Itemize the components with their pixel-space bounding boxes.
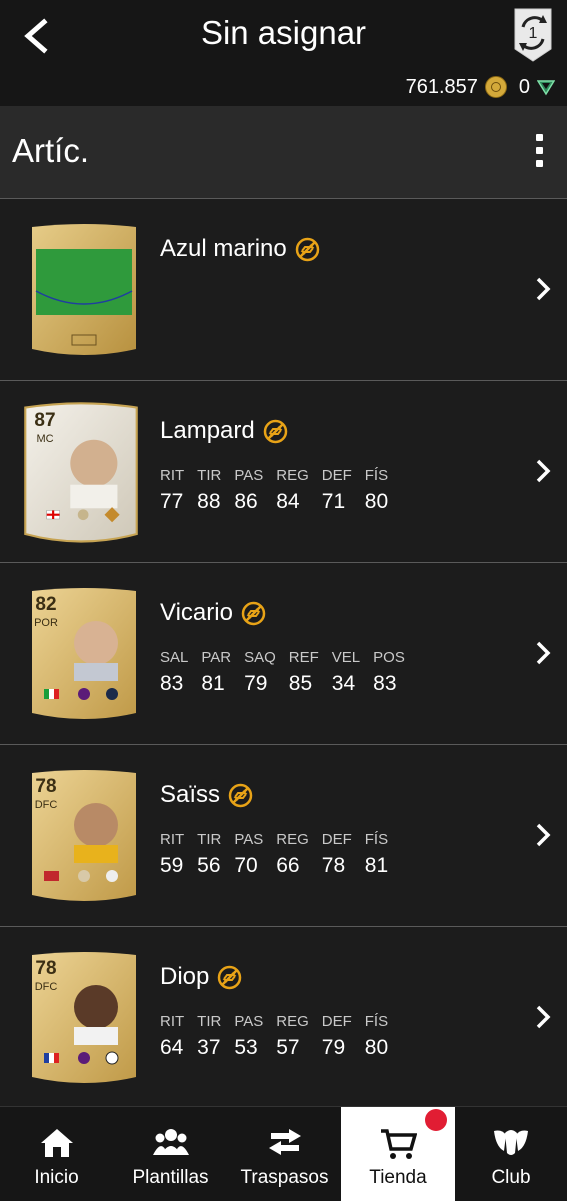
home-icon bbox=[40, 1129, 73, 1157]
item-list: Azul marino 87 MC Lampard RIT 77 TIR 88 PA… bbox=[0, 199, 567, 1109]
pitch-card bbox=[32, 224, 136, 355]
player-position: DFC bbox=[34, 981, 58, 993]
stats: RIT 59 TIR 56 PAS 70 REG 66 DEF 78 FÍS 81 bbox=[160, 831, 389, 877]
stats: RIT 77 TIR 88 PAS 86 REG 84 DEF 71 FÍS 80 bbox=[160, 467, 389, 513]
chevron-right-icon[interactable] bbox=[533, 457, 553, 485]
untradeable-icon bbox=[228, 783, 253, 807]
item-name: Saïss bbox=[160, 781, 253, 809]
player-rating: 87 bbox=[34, 410, 56, 431]
club-icon bbox=[494, 1130, 528, 1155]
untradeable-icon bbox=[295, 237, 319, 261]
sync-icon[interactable]: 1 bbox=[509, 5, 557, 63]
player-position: MC bbox=[36, 433, 54, 445]
player-rating: 78 bbox=[35, 776, 57, 797]
points-value: 0 bbox=[518, 75, 530, 98]
points-icon bbox=[537, 80, 555, 96]
list-item[interactable]: 82 POR Vicario SAL 83 PAR 81 SAQ 79 REF 85 V… bbox=[0, 563, 567, 745]
chevron-right-icon[interactable] bbox=[533, 1003, 553, 1031]
coins-value: 761.857 bbox=[405, 75, 478, 98]
player-position: DFC bbox=[34, 799, 58, 811]
page-title: Sin asignar bbox=[200, 14, 367, 51]
list-item[interactable]: 78 DFC Diop RIT 64 TIR 37 PAS 53 REG 57 DEF 7… bbox=[0, 927, 567, 1109]
untradeable-icon bbox=[218, 965, 242, 989]
untradeable-icon bbox=[263, 419, 287, 443]
transfer-icon bbox=[268, 1129, 301, 1155]
nav-inicio[interactable]: Inicio bbox=[0, 1107, 113, 1201]
stats: RIT 64 TIR 37 PAS 53 REG 57 DEF 79 FÍS 80 bbox=[160, 1013, 389, 1059]
section-title: Artíc. bbox=[12, 132, 90, 169]
list-item[interactable]: 78 DFC Saïss RIT 59 TIR 56 PAS 70 REG 66 DEF… bbox=[0, 745, 567, 927]
chevron-right-icon[interactable] bbox=[533, 821, 553, 849]
player-position: POR bbox=[34, 617, 58, 629]
nav-club[interactable]: Club bbox=[455, 1107, 567, 1201]
item-name: Diop bbox=[160, 963, 242, 991]
untradeable-icon bbox=[241, 601, 266, 625]
section-header: Artíc. bbox=[0, 106, 567, 199]
list-item[interactable]: Azul marino bbox=[0, 199, 567, 381]
currency-bar: 761.857 0 bbox=[406, 74, 555, 100]
sync-badge: 1 bbox=[529, 25, 538, 42]
player-rating: 78 bbox=[35, 958, 57, 979]
nav-tienda[interactable]: Tienda bbox=[341, 1107, 455, 1201]
stats: SAL 83 PAR 81 SAQ 79 REF 85 VEL 34 POS 83 bbox=[160, 649, 405, 695]
squad-icon bbox=[152, 1129, 189, 1155]
top-bar: Sin asignar 1 761.857 0 bbox=[0, 0, 567, 106]
nav-plantillas[interactable]: Plantillas bbox=[113, 1107, 228, 1201]
nav-traspasos[interactable]: Traspasos bbox=[228, 1107, 341, 1201]
bottom-nav: Inicio Plantillas Traspasos Tienda Club bbox=[0, 1106, 567, 1201]
player-rating: 82 bbox=[35, 594, 57, 615]
cart-icon bbox=[381, 1129, 417, 1159]
chevron-right-icon[interactable] bbox=[533, 275, 553, 303]
coin-icon bbox=[484, 76, 507, 98]
chevron-right-icon[interactable] bbox=[533, 639, 553, 667]
item-name: Vicario bbox=[160, 599, 266, 627]
notification-badge bbox=[425, 1109, 447, 1131]
list-item[interactable]: 87 MC Lampard RIT 77 TIR 88 PAS 86 REG 84 DE… bbox=[0, 381, 567, 563]
item-name: Azul marino bbox=[160, 235, 320, 263]
item-name: Lampard bbox=[160, 417, 288, 445]
more-options-icon[interactable] bbox=[533, 134, 545, 170]
